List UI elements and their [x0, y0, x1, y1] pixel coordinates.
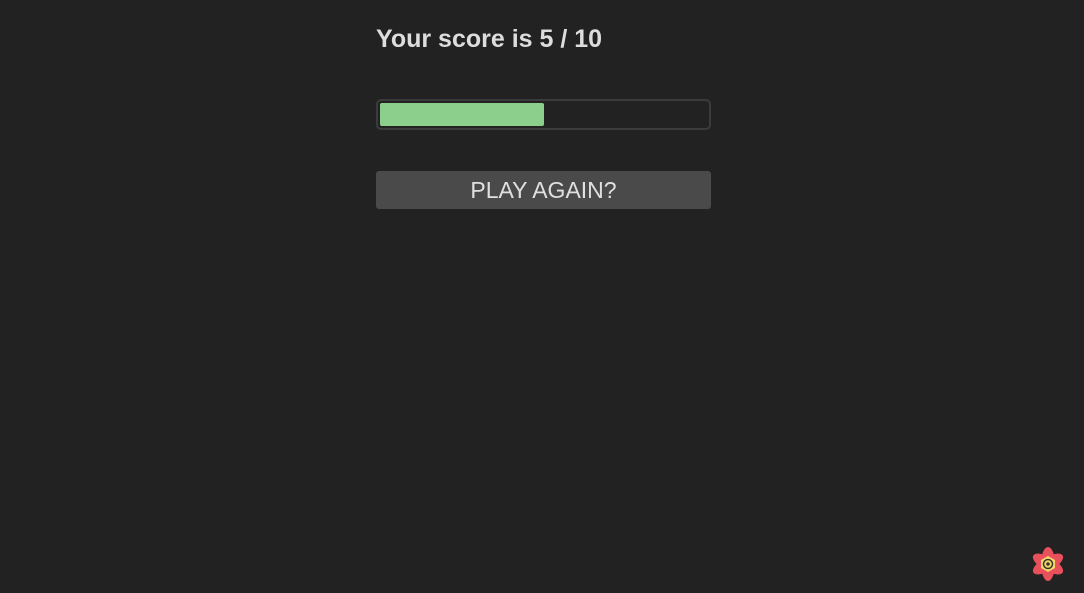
- quiz-result-page: Your score is 5 / 10 PLAY AGAIN?: [0, 0, 1084, 593]
- devtools-flower-icon[interactable]: [1028, 544, 1068, 584]
- score-heading: Your score is 5 / 10: [376, 25, 603, 53]
- score-progress-bar: [376, 99, 711, 130]
- play-again-button[interactable]: PLAY AGAIN?: [376, 171, 711, 209]
- score-progress-fill: [380, 103, 544, 126]
